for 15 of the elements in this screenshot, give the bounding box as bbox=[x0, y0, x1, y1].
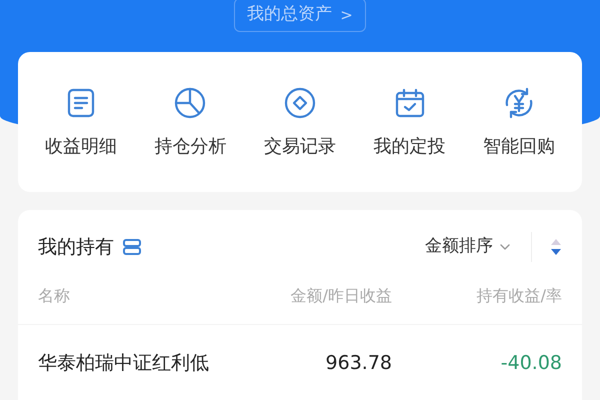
profit-cell-text: -40.08 bbox=[500, 351, 562, 376]
holdings-title: 我的持有 bbox=[38, 234, 114, 260]
shortcut-button[interactable]: 收益明细 bbox=[26, 76, 136, 168]
sort-order-icon[interactable] bbox=[550, 237, 562, 257]
shortcut-button[interactable]: 智能回购 bbox=[464, 76, 574, 168]
list-view-icon[interactable] bbox=[122, 238, 142, 256]
sort-dropdown[interactable]: 金额排序 bbox=[425, 234, 513, 260]
column-header: 金额/昨日收益 bbox=[290, 285, 392, 307]
shortcut-button[interactable]: 交易记录 bbox=[245, 76, 355, 168]
column-header: 名称 bbox=[38, 285, 71, 307]
column-header: 持有收益/率 bbox=[476, 285, 562, 307]
amount-cell-text: 963.78 bbox=[324, 351, 392, 376]
fund-name[interactable]: 华泰柏瑞中证红利低 bbox=[38, 349, 242, 378]
shortcut-button[interactable]: 我的定投 bbox=[354, 76, 464, 168]
shortcut-button[interactable]: 持仓分析 bbox=[136, 76, 246, 168]
